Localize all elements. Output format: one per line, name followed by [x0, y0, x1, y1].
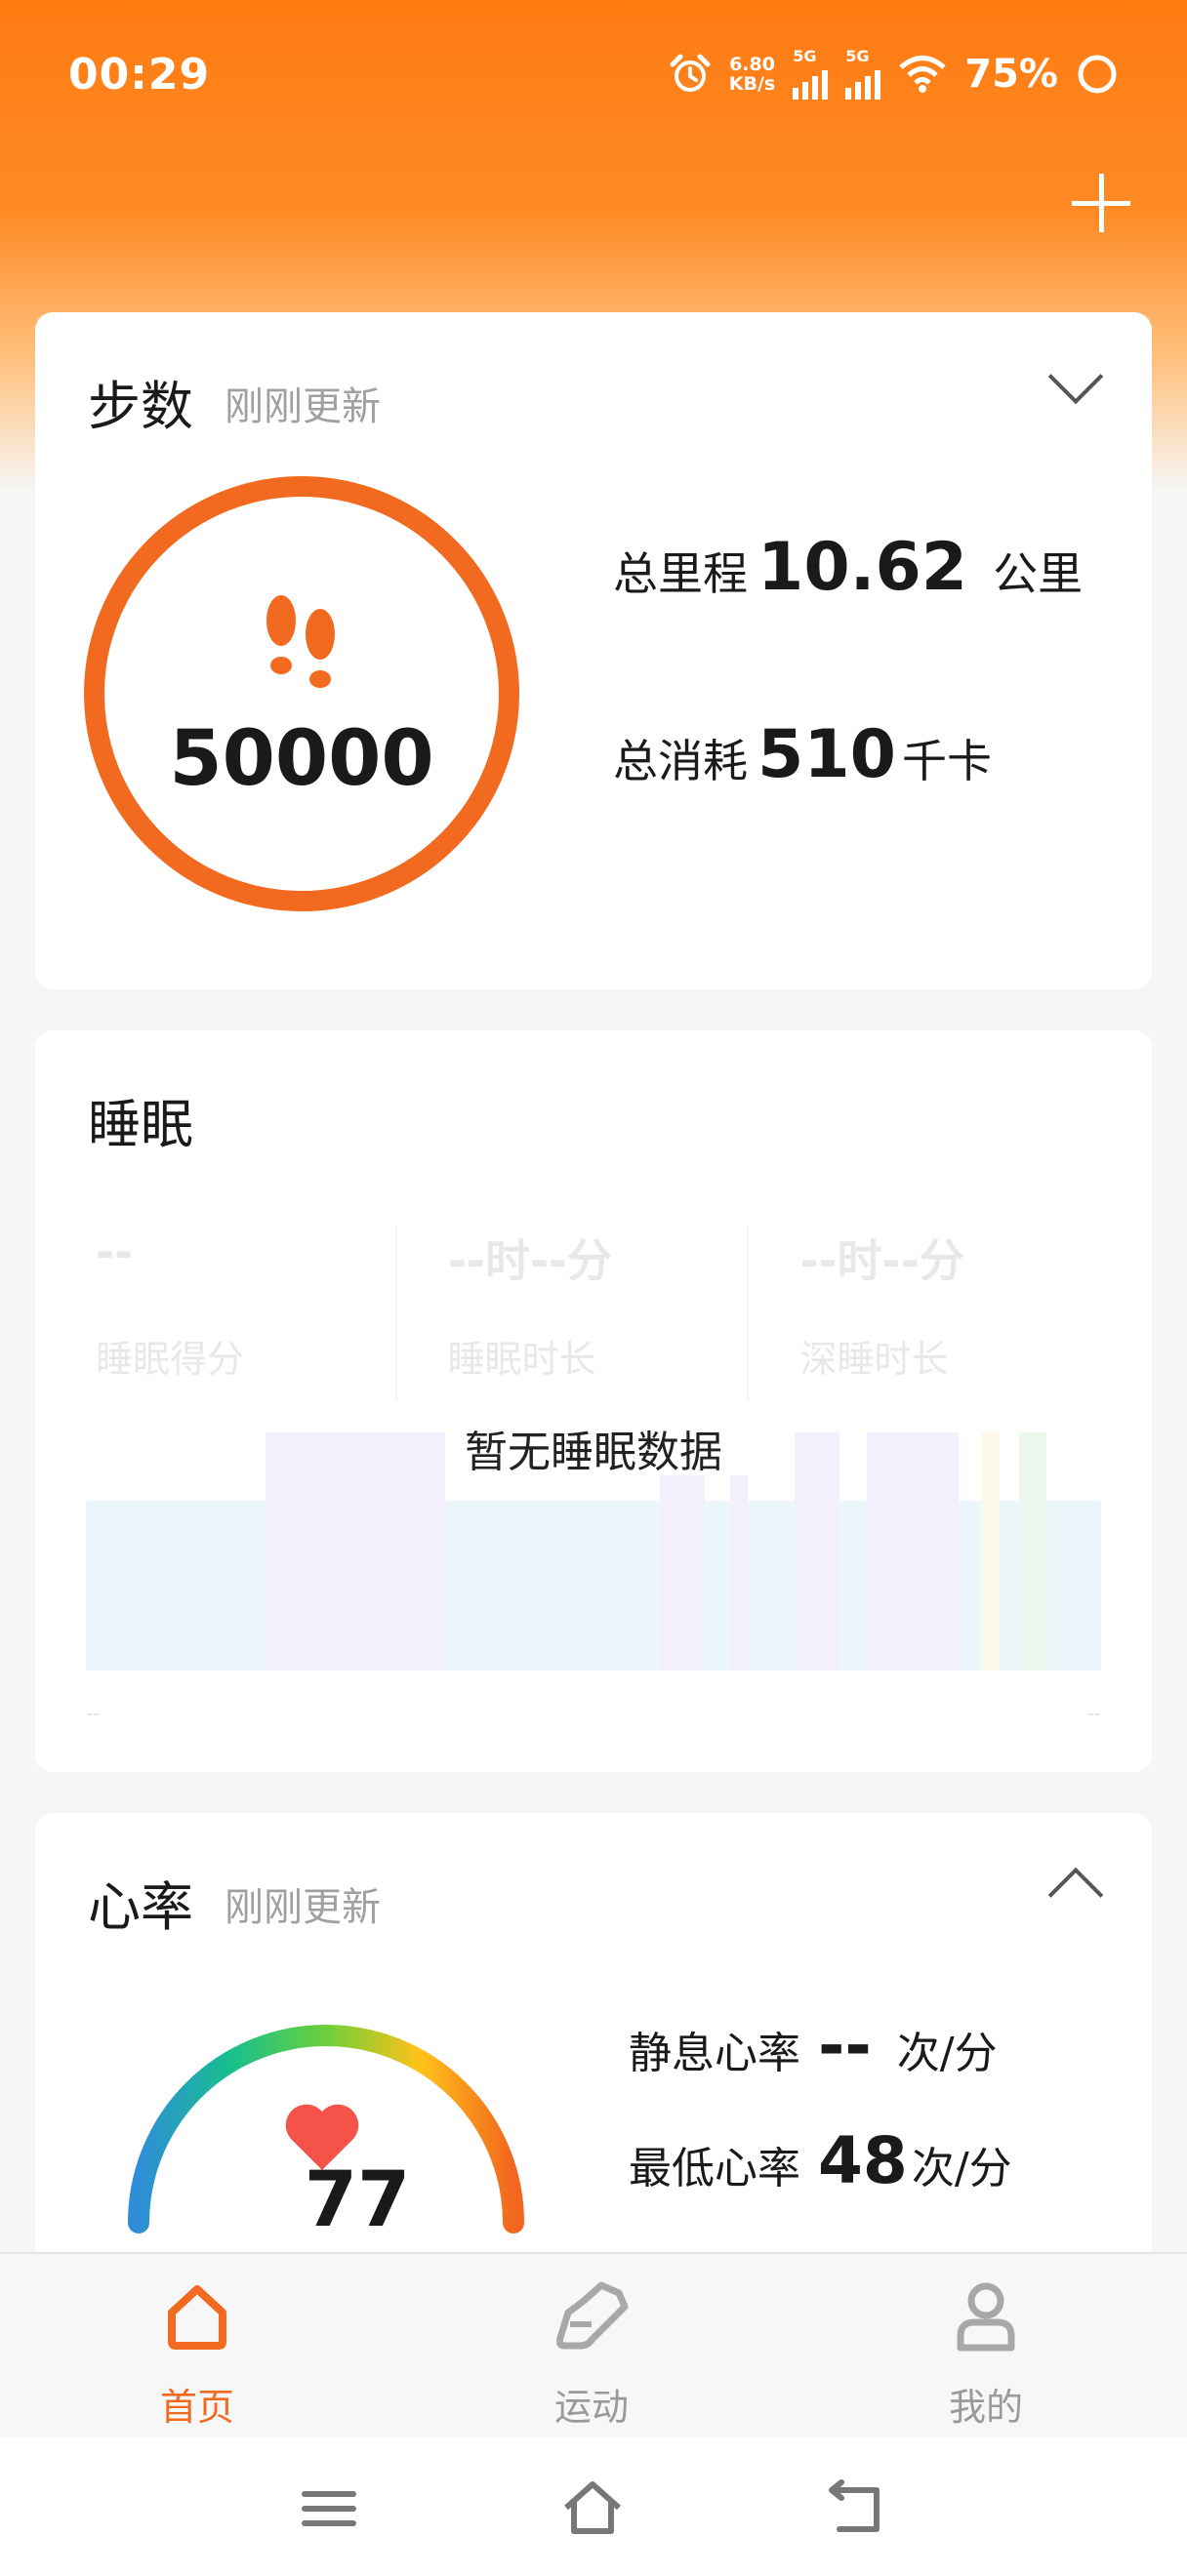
battery-percent: 75%: [964, 52, 1058, 97]
bottom-tab-bar: 首页 运动 我的: [0, 2252, 1187, 2439]
step-count: 50000: [169, 715, 434, 803]
no-sleep-data-message: 暂无睡眠数据: [465, 1428, 722, 1477]
sleep-chart-placeholder: -- --: [86, 1432, 1101, 1725]
distance-stat: 总里程 10.62 公里: [613, 529, 1084, 606]
resting-heart-rate: 静息心率 -- 次/分: [629, 2008, 998, 2083]
sleep-title: 睡眠: [88, 1094, 193, 1155]
chevron-up-icon[interactable]: [1047, 1867, 1104, 1923]
menu-icon[interactable]: [295, 2476, 363, 2541]
distance-value: 10.62: [757, 529, 968, 606]
tab-home[interactable]: 首页: [51, 2254, 344, 2439]
calories-stat: 总消耗 510 千卡: [613, 716, 992, 793]
tab-sport[interactable]: 运动: [445, 2254, 738, 2439]
steps-updated: 刚刚更新: [225, 384, 381, 429]
sleep-score: -- 睡眠得分: [96, 1226, 245, 1381]
sleep-card[interactable]: 睡眠 -- 睡眠得分 --时--分 睡眠时长 --时--分 深睡时长 -- --…: [35, 1030, 1152, 1772]
status-bar: 00:29 6.80 KB/s 5G 5G 75%: [68, 45, 1119, 103]
home-icon: [168, 2285, 226, 2350]
sleep-bar: [660, 1475, 705, 1670]
heart-rate-card[interactable]: 心率 刚刚更新 77 静息心率 -- 次/分 最低心率 48 次/分: [35, 1813, 1152, 2320]
profile-icon: [957, 2282, 1015, 2352]
home-nav-icon[interactable]: [558, 2476, 627, 2541]
min-heart-rate: 最低心率 48 次/分: [629, 2123, 1012, 2198]
sleep-metrics: -- 睡眠得分 --时--分 睡眠时长 --时--分 深睡时长: [88, 1226, 1099, 1401]
footprints-icon: [266, 595, 335, 688]
signal-icon-sim2: 5G: [845, 47, 881, 100]
deep-sleep-duration: --时--分 深睡时长: [747, 1226, 1099, 1401]
heart-updated: 刚刚更新: [225, 1885, 381, 1930]
steps-ring: 50000: [84, 476, 519, 911]
tab-mine[interactable]: 我的: [839, 2254, 1132, 2439]
sleep-duration: --时--分 睡眠时长: [394, 1226, 748, 1401]
sleep-bar: [730, 1475, 748, 1670]
wifi-icon: [899, 56, 946, 93]
back-icon[interactable]: [822, 2476, 890, 2541]
system-nav-bar: [0, 2437, 1187, 2576]
heart-title: 心率: [88, 1876, 193, 1938]
current-heart-rate: 77: [304, 2156, 411, 2244]
sleep-axis-end: --: [1086, 1702, 1101, 1725]
calories-value: 510: [757, 716, 896, 793]
shoe-icon: [556, 2281, 629, 2350]
battery-ring-icon: [1078, 55, 1117, 94]
chevron-down-icon[interactable]: [1047, 348, 1104, 405]
add-button[interactable]: [1072, 174, 1130, 232]
net-speed: 6.80 KB/s: [728, 54, 776, 95]
sleep-axis-start: --: [86, 1702, 101, 1725]
status-time: 00:29: [68, 49, 211, 100]
signal-icon-sim1: 5G: [793, 47, 829, 100]
steps-title: 步数: [88, 376, 193, 437]
alarm-icon: [670, 54, 711, 92]
status-icons: 6.80 KB/s 5G 5G 75%: [669, 47, 1119, 100]
steps-card[interactable]: 步数 刚刚更新 50000 总里程 10.62 公里 总消耗 510 千卡: [35, 312, 1152, 989]
